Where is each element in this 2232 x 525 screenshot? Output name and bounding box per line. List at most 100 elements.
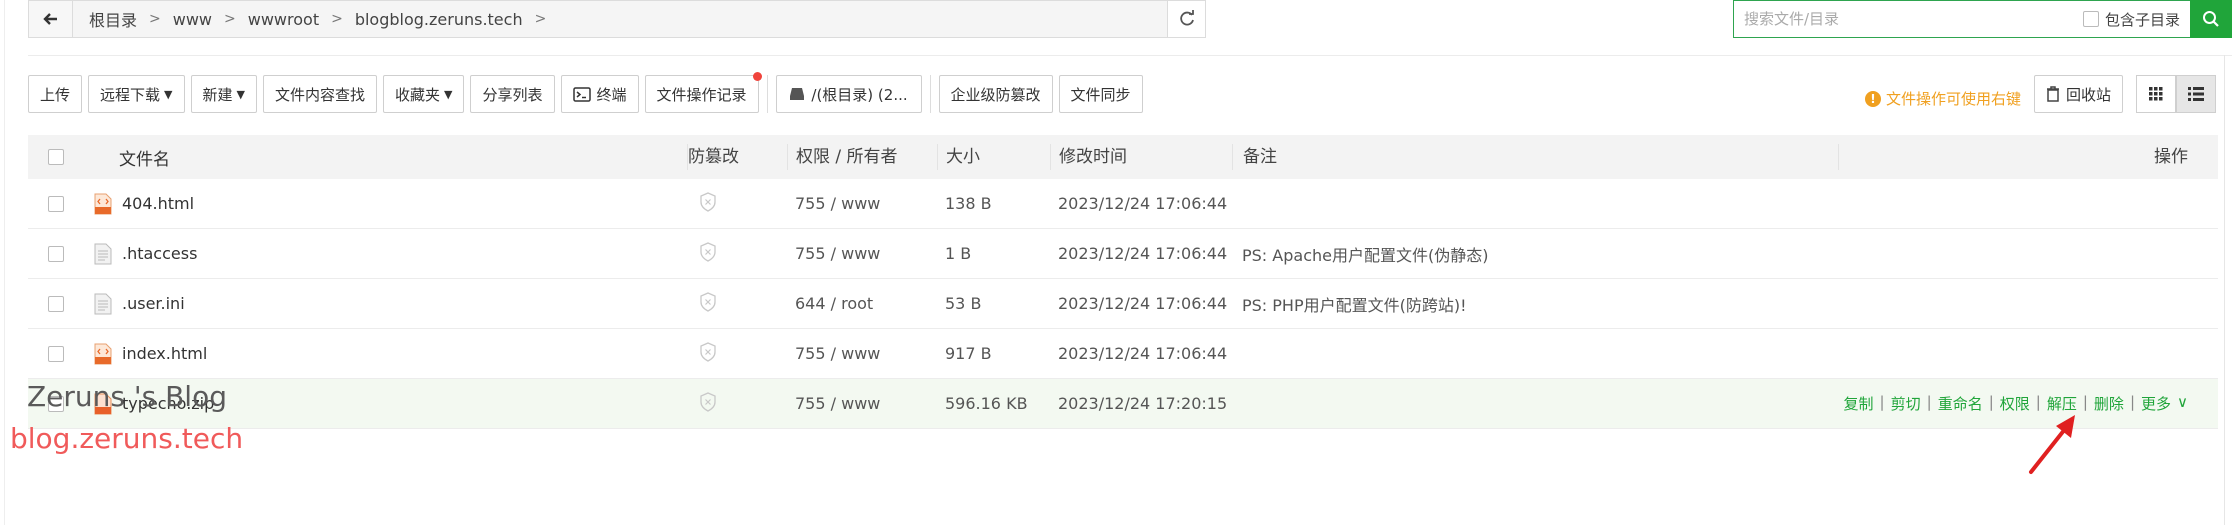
file-name[interactable]: .user.ini <box>122 294 185 313</box>
col-size[interactable]: 大小 <box>937 144 1050 170</box>
grid-icon <box>2149 87 2163 101</box>
tamper-button[interactable]: 企业级防篡改 <box>938 75 1053 113</box>
disk-icon <box>790 88 805 100</box>
sync-button[interactable]: 文件同步 <box>1058 75 1143 113</box>
chevron-right-icon: > <box>534 11 547 27</box>
file-size: 917 B <box>945 344 992 363</box>
content-search-button[interactable]: 文件内容查找 <box>262 75 377 113</box>
view-switch <box>2136 75 2216 113</box>
action-link[interactable]: 剪切 <box>1891 393 1921 414</box>
new-label: 新建 <box>202 85 233 104</box>
new-button[interactable]: 新建 ▼ <box>190 75 257 113</box>
toolbar-divider <box>929 75 931 113</box>
path-bar: 根目录 > www > wwwroot > blogblog.zeruns.te… <box>28 0 1206 38</box>
table-row[interactable]: 404.html 755 / www 138 B 2023/12/24 17:06:4… <box>28 179 2218 229</box>
disk-button[interactable]: /(根目录) (2... <box>775 75 922 113</box>
table-row[interactable]: .htaccess 755 / www 1 B 2023/12/24 17:06:44… <box>28 229 2218 279</box>
row-checkbox[interactable] <box>48 195 64 212</box>
disk-label: /(根目录) (2... <box>811 85 908 104</box>
row-actions: 复制 | 剪切 | 重命名 | 权限 | 解压 | 删除 | 更多 ∨ <box>1838 393 2218 414</box>
table-row[interactable]: typecho.zip 755 / www 596.16 KB 2023/12/24 … <box>28 379 2218 429</box>
upload-label: 上传 <box>40 85 71 104</box>
trash-icon <box>2047 86 2059 102</box>
subdir-checkbox[interactable]: 包含子目录 <box>2082 9 2190 30</box>
annotation-arrow-icon <box>2029 415 2075 474</box>
shield-icon[interactable] <box>699 341 717 362</box>
file-perm[interactable]: 755 / www <box>787 344 937 363</box>
shield-icon[interactable] <box>699 241 717 262</box>
search-input[interactable] <box>1734 1 2083 37</box>
file-note[interactable]: PS: Apache用户配置文件(伪静态) <box>1232 242 1838 266</box>
shield-icon[interactable] <box>699 391 717 412</box>
favorites-button[interactable]: 收藏夹 ▼ <box>383 75 465 113</box>
upload-button[interactable]: 上传 <box>28 75 83 113</box>
shield-icon[interactable] <box>699 291 717 312</box>
file-name[interactable]: .htaccess <box>122 244 197 263</box>
list-view-button[interactable] <box>2176 75 2216 113</box>
table-row[interactable]: index.html 755 / www 917 B 2023/12/24 17:06… <box>28 329 2218 379</box>
shield-icon[interactable] <box>699 191 717 212</box>
terminal-label: 终端 <box>596 85 627 104</box>
chevron-right-icon: > <box>331 11 343 27</box>
breadcrumb-www[interactable]: www <box>167 10 218 29</box>
file-size: 138 B <box>945 194 992 213</box>
row-checkbox[interactable] <box>48 295 64 312</box>
terminal-button[interactable]: 终端 <box>560 75 639 113</box>
op-log-label: 文件操作记录 <box>656 85 747 104</box>
toolbar: 上传 远程下载 ▼ 新建 ▼ 文件内容查找 收藏夹 ▼ 分享列表 终端 文件操作记录 … <box>28 72 1143 113</box>
file-perm[interactable]: 755 / www <box>787 194 937 213</box>
refresh-icon <box>1179 10 1194 26</box>
file-time: 2023/12/24 17:06:44 <box>1058 244 1228 263</box>
file-perm[interactable]: 755 / www <box>787 394 937 413</box>
action-link[interactable]: 解压 <box>2047 393 2077 414</box>
chevron-down-icon: ▼ <box>164 87 173 101</box>
op-log-button[interactable]: 文件操作记录 <box>644 72 762 113</box>
share-list-button[interactable]: 分享列表 <box>470 75 555 113</box>
content-search-label: 文件内容查找 <box>274 85 365 104</box>
row-checkbox[interactable] <box>48 245 64 262</box>
file-perm[interactable]: 755 / www <box>787 244 937 263</box>
file-size: 596.16 KB <box>945 394 1028 413</box>
chevron-right-icon: > <box>224 11 236 27</box>
table-header: 文件名 防篡改 权限 / 所有者 大小 修改时间 备注 操作 <box>28 135 2218 179</box>
action-separator: | <box>1926 393 1932 411</box>
action-link[interactable]: 复制 <box>1844 393 1874 414</box>
back-button[interactable] <box>29 1 73 37</box>
table-row[interactable]: .user.ini 644 / root 53 B 2023/12/24 17:06:… <box>28 279 2218 329</box>
remote-download-button[interactable]: 远程下载 ▼ <box>88 75 185 113</box>
search-button[interactable] <box>2190 0 2232 38</box>
row-checkbox[interactable] <box>48 345 64 362</box>
breadcrumb-root[interactable]: 根目录 <box>83 7 143 31</box>
select-all-checkbox[interactable] <box>48 149 64 165</box>
grid-view-button[interactable] <box>2136 75 2176 113</box>
action-separator: | <box>2129 393 2135 411</box>
file-note[interactable]: PS: PHP用户配置文件(防跨站)! <box>1232 292 1838 316</box>
col-name[interactable]: 文件名 <box>84 145 687 170</box>
tamper-label: 企业级防篡改 <box>950 85 1041 104</box>
recycle-label: 回收站 <box>2066 85 2112 104</box>
col-time[interactable]: 修改时间 <box>1050 144 1232 170</box>
favorites-label: 收藏夹 <box>395 85 441 104</box>
notification-dot <box>752 72 762 81</box>
action-separator: | <box>1988 393 1994 411</box>
action-link[interactable]: 重命名 <box>1938 393 1983 414</box>
file-name[interactable]: index.html <box>122 344 207 363</box>
breadcrumb-site[interactable]: blogblog.zeruns.tech <box>349 10 529 29</box>
action-link[interactable]: 删除 <box>2094 393 2124 414</box>
breadcrumb-wwwroot[interactable]: wwwroot <box>242 10 325 29</box>
breadcrumb: 根目录 > www > wwwroot > blogblog.zeruns.te… <box>73 1 1167 37</box>
right-click-hint: ! 文件操作可使用右键 <box>1865 88 2021 109</box>
file-perm[interactable]: 644 / root <box>787 294 937 313</box>
checkbox[interactable] <box>2082 11 2099 27</box>
chevron-down-icon[interactable]: ∨ <box>2177 393 2188 414</box>
search-box: 包含子目录 <box>1733 0 2232 38</box>
divider <box>28 55 2232 56</box>
file-name[interactable]: 404.html <box>122 194 194 213</box>
file-table: 文件名 防篡改 权限 / 所有者 大小 修改时间 备注 操作 404.html 7… <box>28 135 2218 429</box>
refresh-button[interactable] <box>1167 1 1205 37</box>
action-link[interactable]: 更多 <box>2141 393 2171 414</box>
action-link[interactable]: 权限 <box>2000 393 2030 414</box>
col-action: 操作 <box>1838 144 2218 170</box>
recycle-bin-button[interactable]: 回收站 <box>2034 75 2124 113</box>
subdir-label: 包含子目录 <box>2104 10 2180 29</box>
